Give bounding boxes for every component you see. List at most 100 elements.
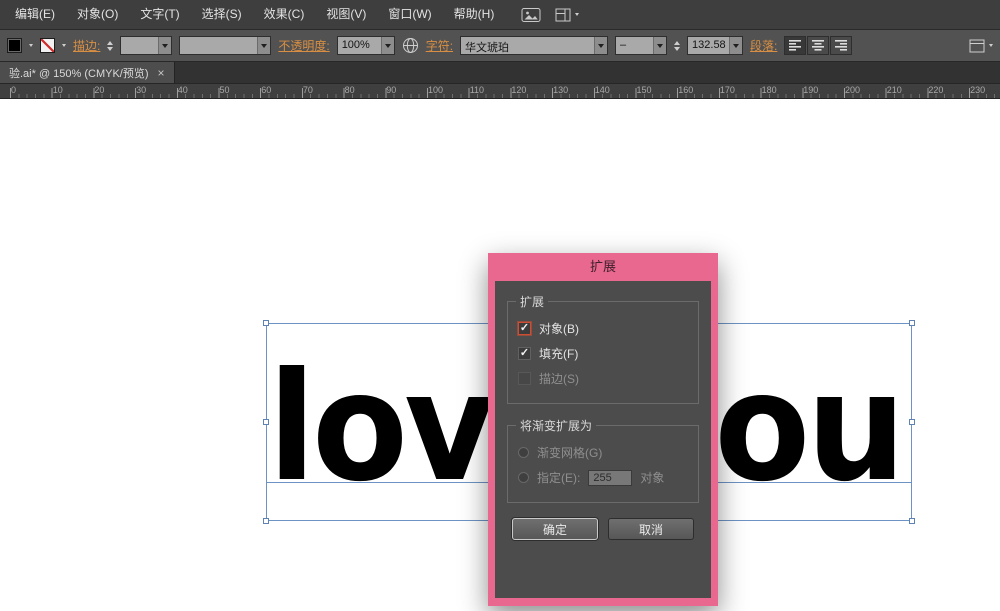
ruler-number: 120	[511, 85, 526, 95]
align-right-button[interactable]	[830, 36, 852, 55]
width-profile-value	[180, 37, 257, 54]
arrange-documents-icon[interactable]	[521, 7, 541, 23]
font-size-stepper[interactable]	[674, 41, 680, 51]
character-label[interactable]: 字符:	[426, 37, 453, 54]
gradient-mesh-label: 渐变网格(G)	[537, 444, 602, 461]
font-size-value: 132.58	[688, 37, 729, 54]
selection-handle[interactable]	[263, 518, 269, 524]
illustrator-window: 编辑(E) 对象(O) 文字(T) 选择(S) 效果(C) 视图(V) 窗口(W…	[0, 0, 1000, 611]
paragraph-label[interactable]: 段落:	[750, 37, 777, 54]
font-style-combo[interactable]: –	[615, 36, 667, 55]
opacity-combo[interactable]: 100%	[337, 36, 395, 55]
menu-select[interactable]: 选择(S)	[191, 0, 253, 29]
selection-handle[interactable]	[263, 320, 269, 326]
cancel-button[interactable]: 取消	[608, 518, 694, 540]
fill-checkbox[interactable]: ✓	[518, 347, 531, 360]
objects-suffix-label: 对象	[640, 469, 664, 486]
ruler-number: 140	[595, 85, 610, 95]
expand-option-fill[interactable]: ✓ 填充(F)	[518, 345, 688, 362]
specify-objects-option[interactable]: 指定(E): 对象	[518, 469, 688, 486]
ruler-number: 20	[94, 85, 104, 95]
object-checkbox[interactable]: ✓	[518, 322, 531, 335]
ruler-number: 220	[928, 85, 943, 95]
gradient-group-legend: 将渐变扩展为	[516, 417, 596, 434]
chevron-down-icon	[989, 44, 993, 47]
panel-menu-icon[interactable]	[969, 39, 993, 53]
ok-button[interactable]: 确定	[512, 518, 598, 540]
dropdown-arrow-icon[interactable]	[653, 37, 666, 54]
menu-window[interactable]: 窗口(W)	[377, 0, 442, 29]
object-checkbox-label: 对象(B)	[539, 320, 579, 337]
specify-label: 指定(E):	[537, 469, 580, 486]
stroke-color-swatch[interactable]	[40, 38, 55, 53]
dialog-button-row: 确定 取消	[507, 518, 699, 540]
document-tab-bar: 验.ai* @ 150% (CMYK/预览) ×	[0, 62, 1000, 84]
menu-bar: 编辑(E) 对象(O) 文字(T) 选择(S) 效果(C) 视图(V) 窗口(W…	[0, 0, 1000, 30]
menu-effect[interactable]: 效果(C)	[253, 0, 316, 29]
font-family-combo[interactable]: 华文琥珀	[460, 36, 608, 55]
ruler-number: 150	[637, 85, 652, 95]
stroke-weight-combo[interactable]	[120, 36, 172, 55]
ruler-number: 230	[970, 85, 985, 95]
ruler-number: 80	[345, 85, 355, 95]
align-center-button[interactable]	[807, 36, 829, 55]
dropdown-arrow-icon[interactable]	[594, 37, 607, 54]
ruler-number: 50	[220, 85, 230, 95]
menu-help[interactable]: 帮助(H)	[443, 0, 506, 29]
dropdown-arrow-icon[interactable]	[158, 37, 171, 54]
stroke-checkbox-label: 描边(S)	[539, 370, 579, 387]
selection-handle[interactable]	[909, 518, 915, 524]
ruler-number: 0	[11, 85, 16, 95]
expand-dialog: 扩展 扩展 ✓ 对象(B) ✓ 填充(F) 描边(S)	[488, 253, 718, 606]
ruler-number: 170	[720, 85, 735, 95]
menu-object[interactable]: 对象(O)	[66, 0, 129, 29]
workspace-switcher-icon[interactable]	[555, 8, 579, 22]
ruler-number: 90	[386, 85, 396, 95]
stroke-checkbox[interactable]	[518, 372, 531, 385]
selection-handle[interactable]	[909, 419, 915, 425]
expand-option-stroke[interactable]: 描边(S)	[518, 370, 688, 387]
stroke-label[interactable]: 描边:	[73, 37, 100, 54]
gradient-expand-group: 将渐变扩展为 渐变网格(G) 指定(E): 对象	[507, 417, 699, 503]
canvas[interactable]: love you 扩展 扩展 ✓ 对象(B)	[0, 99, 1000, 611]
width-profile-combo[interactable]	[179, 36, 271, 55]
ruler-number: 40	[178, 85, 188, 95]
dropdown-arrow-icon[interactable]	[257, 37, 270, 54]
menu-edit[interactable]: 编辑(E)	[4, 0, 66, 29]
gradient-mesh-option[interactable]: 渐变网格(G)	[518, 444, 688, 461]
stroke-weight-stepper[interactable]	[107, 41, 113, 51]
font-family-value: 华文琥珀	[461, 37, 594, 54]
document-setup-globe-icon[interactable]	[402, 37, 419, 54]
ruler-number: 160	[678, 85, 693, 95]
menu-view[interactable]: 视图(V)	[315, 0, 377, 29]
ruler-number: 180	[762, 85, 777, 95]
control-bar: 描边: 不透明度: 100% 字符: 华文琥珀 – 132.58	[0, 30, 1000, 62]
menu-type[interactable]: 文字(T)	[129, 0, 190, 29]
ruler-number: 110	[470, 85, 484, 95]
stroke-swatch-caret-icon[interactable]	[62, 44, 66, 47]
fill-checkbox-label: 填充(F)	[539, 345, 578, 362]
align-left-button[interactable]	[784, 36, 806, 55]
gradient-mesh-radio[interactable]	[518, 447, 529, 458]
font-size-combo[interactable]: 132.58	[687, 36, 743, 55]
font-style-value: –	[616, 37, 653, 54]
ruler-number: 100	[428, 85, 443, 95]
dropdown-arrow-icon[interactable]	[381, 37, 394, 54]
close-tab-icon[interactable]: ×	[158, 67, 165, 79]
dialog-body: 扩展 ✓ 对象(B) ✓ 填充(F) 描边(S) 将渐变扩展为	[495, 281, 711, 598]
expand-option-object[interactable]: ✓ 对象(B)	[518, 320, 688, 337]
horizontal-ruler: 0102030405060708090100110120130140150160…	[0, 84, 1000, 99]
fill-swatch-caret-icon[interactable]	[29, 44, 33, 47]
dropdown-arrow-icon[interactable]	[729, 37, 742, 54]
chevron-down-icon	[575, 13, 579, 16]
paragraph-align-group	[784, 36, 852, 55]
specify-objects-radio[interactable]	[518, 472, 529, 483]
expand-group-legend: 扩展	[516, 293, 548, 310]
document-tab-title: 验.ai* @ 150% (CMYK/预览)	[9, 65, 149, 81]
selection-handle[interactable]	[909, 320, 915, 326]
document-tab[interactable]: 验.ai* @ 150% (CMYK/预览) ×	[0, 62, 175, 83]
fill-color-swatch[interactable]	[7, 38, 22, 53]
opacity-label[interactable]: 不透明度:	[278, 37, 329, 54]
ruler-number: 10	[53, 85, 63, 95]
specify-objects-input[interactable]	[588, 470, 632, 486]
